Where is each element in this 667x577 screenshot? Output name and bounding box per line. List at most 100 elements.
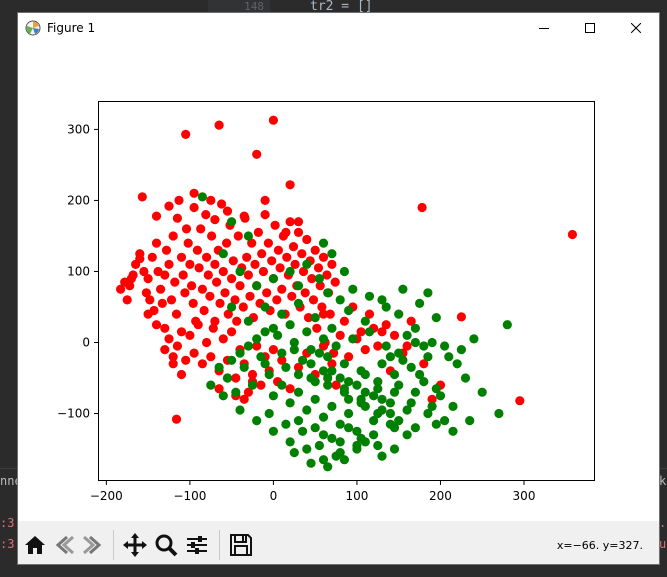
scatter-point — [189, 348, 199, 358]
scatter-point — [210, 215, 220, 225]
scatter-point — [285, 384, 295, 394]
scatter-point — [344, 305, 354, 316]
y-tick-label: 200 — [67, 193, 90, 207]
scatter-point — [143, 274, 153, 284]
scatter-point — [402, 330, 412, 340]
scatter-point — [260, 302, 270, 312]
scatter-point — [197, 192, 207, 202]
scatter-point — [440, 416, 450, 426]
scatter-point — [174, 195, 184, 205]
home-icon[interactable] — [21, 531, 49, 559]
scatter-point — [197, 359, 207, 369]
scatter-point — [293, 298, 304, 308]
scatter-point — [406, 398, 416, 408]
scatter-point — [440, 341, 450, 351]
scatter-point — [239, 211, 249, 221]
x-tick-label: 200 — [429, 489, 452, 503]
scatter-point — [356, 398, 366, 408]
scatter-point — [318, 412, 329, 422]
save-icon[interactable] — [227, 531, 255, 559]
scatter-point — [494, 408, 504, 419]
scatter-point — [194, 263, 204, 273]
minimize-button[interactable] — [521, 13, 567, 43]
scatter-point — [210, 316, 220, 326]
scatter-point — [306, 458, 316, 468]
scatter-point — [314, 348, 324, 358]
scatter-point — [310, 245, 320, 255]
scatter-point — [318, 252, 329, 262]
scatter-point — [185, 330, 195, 340]
ide-right-text-1: k- — [659, 474, 667, 488]
scatter-point — [243, 341, 253, 351]
maximize-button[interactable] — [567, 13, 613, 43]
scatter-point — [210, 259, 220, 269]
scatter-point — [233, 231, 243, 241]
scatter-point — [272, 295, 282, 305]
x-tick-label: 0 — [270, 489, 278, 503]
scatter-point — [377, 394, 387, 404]
scatter-point — [339, 316, 349, 326]
scatter-point — [419, 341, 429, 351]
scatter-point — [377, 359, 387, 369]
scatter-point — [369, 391, 379, 401]
scatter-point — [389, 369, 400, 380]
scatter-point — [285, 180, 295, 190]
scatter-point — [238, 302, 248, 312]
scatter-point — [469, 334, 479, 344]
x-tick-label: 100 — [345, 489, 368, 503]
figure-canvas[interactable]: −200 −100 0 100 200 300 −100 0 100 200 300 — [18, 43, 659, 521]
scatter-point — [431, 313, 441, 323]
back-icon[interactable] — [50, 531, 78, 559]
scatter-point — [381, 341, 391, 351]
zoom-icon[interactable] — [152, 531, 180, 559]
scatter-point — [314, 274, 324, 284]
scatter-point — [183, 238, 193, 248]
x-tick-label: −100 — [173, 489, 206, 503]
scatter-point — [423, 352, 433, 362]
scatter-plot[interactable]: −200 −100 0 100 200 300 −100 0 100 200 300 — [18, 43, 659, 521]
scatter-point — [222, 373, 233, 383]
pan-icon[interactable] — [121, 531, 149, 559]
scatter-point — [227, 274, 237, 284]
scatter-point — [172, 213, 182, 223]
configure-subplots-icon[interactable] — [183, 531, 211, 559]
scatter-point — [302, 405, 312, 415]
scatter-point — [282, 252, 292, 262]
scatter-point — [137, 192, 147, 202]
scatter-point — [331, 341, 341, 351]
ide-line-number: 148 — [208, 0, 270, 14]
scatter-point — [243, 231, 253, 241]
title-bar[interactable]: Figure 1 — [18, 13, 659, 43]
scatter-point — [318, 430, 329, 440]
close-button[interactable] — [613, 13, 659, 43]
scatter-point — [460, 373, 471, 383]
scatter-point — [207, 231, 217, 241]
scatter-point — [256, 380, 266, 390]
scatter-point — [205, 291, 215, 301]
scatter-point — [181, 129, 191, 139]
scatter-point — [335, 373, 345, 383]
scatter-point — [235, 281, 245, 291]
x-tick-label: −200 — [90, 489, 123, 503]
scatter-point — [331, 451, 341, 461]
scatter-point — [135, 254, 145, 264]
scatter-point — [415, 369, 425, 380]
scatter-point — [465, 416, 475, 426]
scatter-point — [289, 345, 299, 355]
scatter-point — [202, 337, 212, 348]
forward-icon[interactable] — [79, 531, 107, 559]
scatter-point — [339, 359, 349, 369]
scatter-point — [389, 423, 400, 433]
scatter-point — [410, 337, 420, 348]
scatter-point — [218, 249, 228, 259]
scatter-point — [567, 229, 578, 240]
scatter-point — [300, 288, 310, 298]
x-tick-label: 300 — [513, 489, 536, 503]
scatter-point — [344, 408, 354, 419]
scatter-point — [243, 316, 253, 326]
scatter-point — [427, 401, 437, 411]
scatter-point — [126, 274, 136, 284]
scatter-point — [187, 281, 197, 291]
scatter-point — [212, 277, 222, 287]
scatter-point — [417, 202, 427, 213]
